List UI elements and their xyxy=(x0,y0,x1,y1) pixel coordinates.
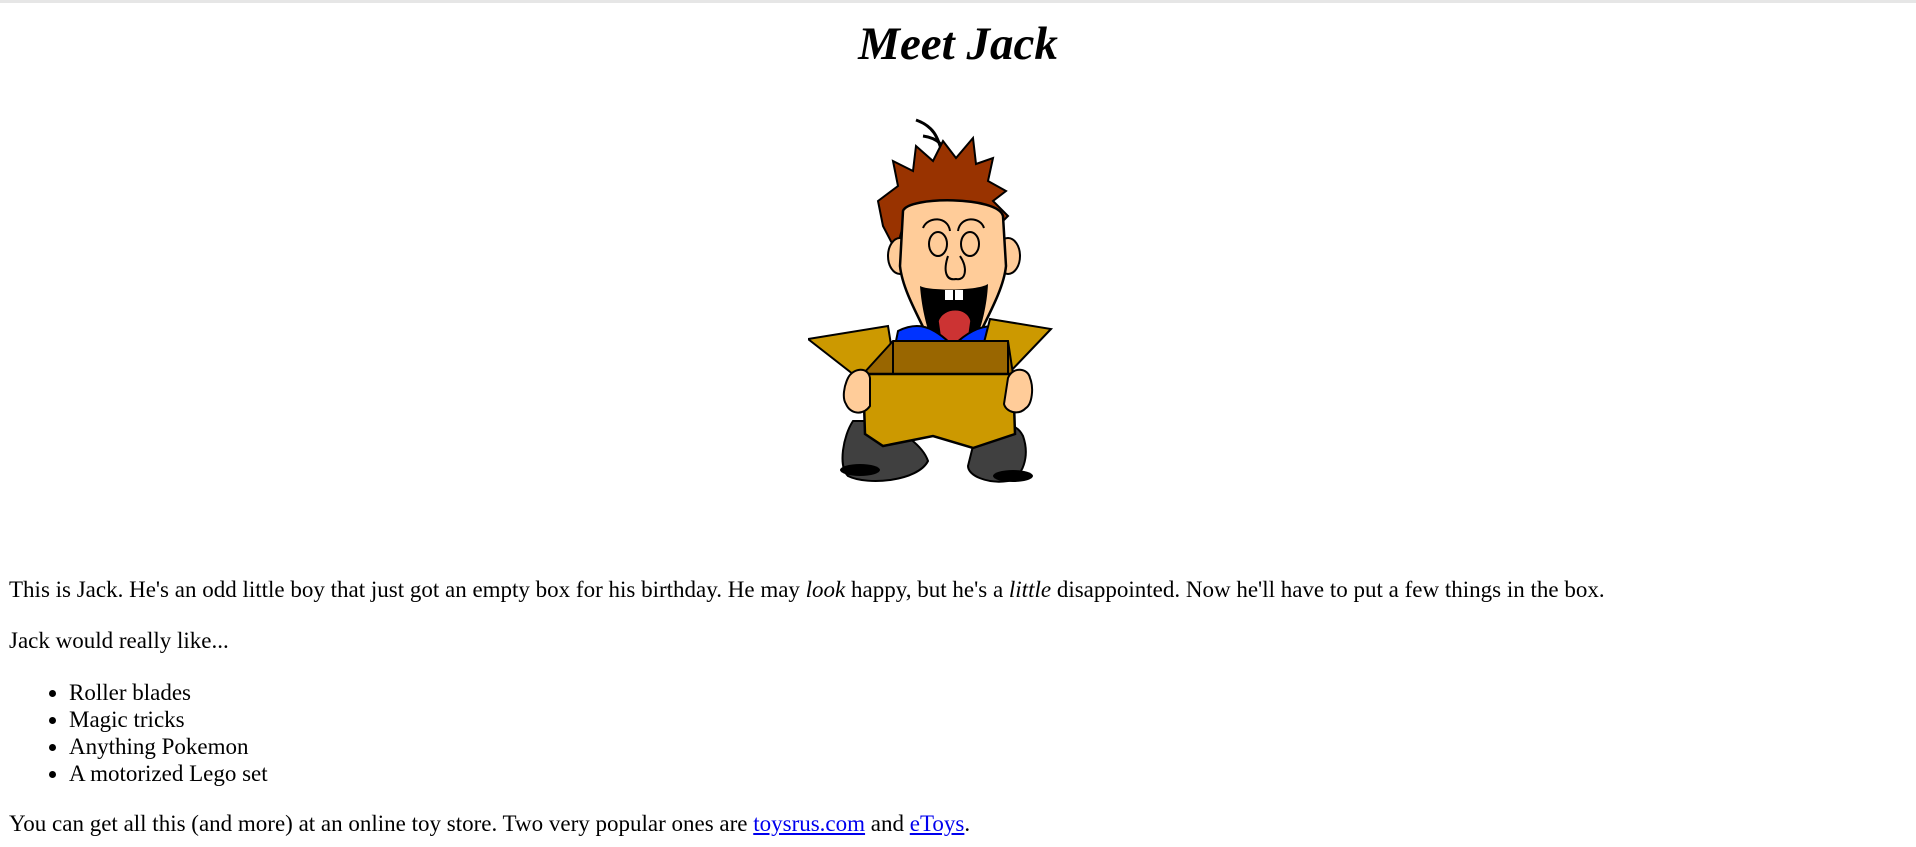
page-title: Meet Jack xyxy=(858,18,1058,70)
toysrus-link[interactable]: toysrus.com xyxy=(753,811,865,836)
stores-paragraph: You can get all this (and more) at an on… xyxy=(9,811,970,837)
stores-text-after: . xyxy=(964,811,971,836)
intro-text-2: happy, but he's a xyxy=(845,577,1009,602)
stores-text-between: and xyxy=(865,811,910,836)
intro-text-3: disappointed. Now he'll have to put a fe… xyxy=(1051,577,1605,602)
list-item: Roller blades xyxy=(69,679,268,706)
stores-text-before: You can get all this (and more) at an on… xyxy=(9,811,754,836)
intro-emphasis-look: look xyxy=(805,577,846,602)
intro-emphasis-little: little xyxy=(1008,577,1052,602)
list-item: Anything Pokemon xyxy=(69,733,268,760)
jack-illustration xyxy=(9,116,1907,563)
intro-text-1: This is Jack. He's an odd little boy tha… xyxy=(9,577,806,602)
jack-with-box-image xyxy=(808,118,1054,483)
page-content: Meet Jack This is Jack. He's an odd litt… xyxy=(9,0,1907,836)
list-item: Magic tricks xyxy=(69,706,268,733)
list-item: A motorized Lego set xyxy=(69,760,268,787)
wish-intro: Jack would really like... xyxy=(9,628,229,653)
etoys-link[interactable]: eToys xyxy=(910,811,965,836)
intro-paragraph: This is Jack. He's an odd little boy tha… xyxy=(9,577,1605,603)
wish-list: Roller blades Magic tricks Anything Poke… xyxy=(9,679,268,787)
